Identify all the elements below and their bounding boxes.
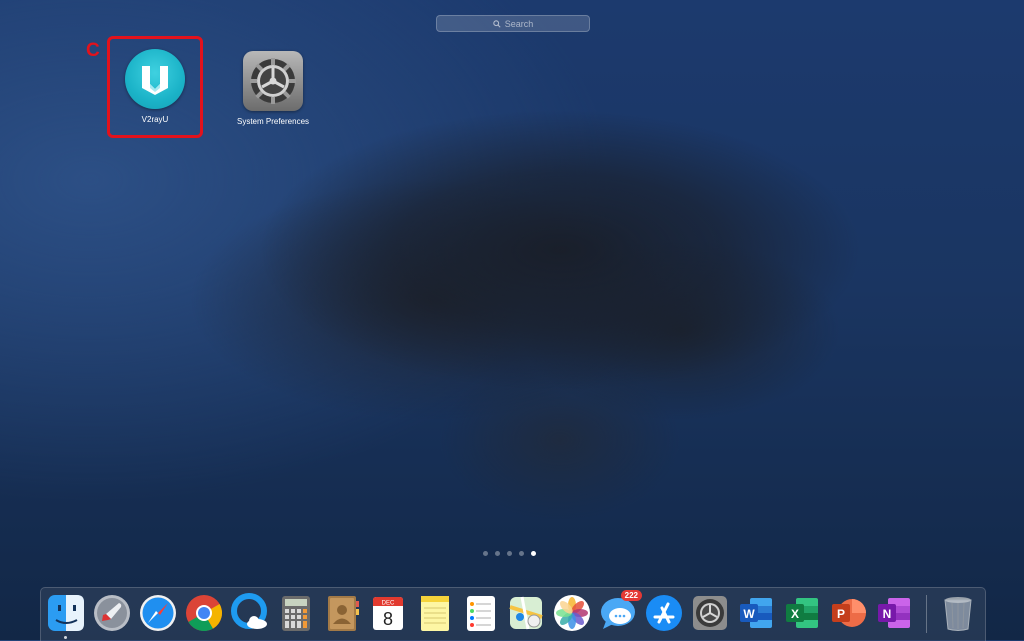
notification-badge: 222 [620, 590, 642, 601]
dock-item-calculator[interactable] [276, 593, 316, 633]
dock-item-trash[interactable] [938, 593, 978, 633]
dock-item-onenote[interactable]: N [874, 593, 914, 633]
dock-item-photos[interactable] [552, 593, 592, 633]
dock-item-system-preferences[interactable] [690, 593, 730, 633]
trash-icon [944, 597, 972, 631]
v2rayu-icon [125, 49, 185, 109]
dock-item-finder[interactable] [46, 593, 86, 633]
launchpad-search-field[interactable]: Search [436, 15, 590, 32]
annotation-letter: C [86, 40, 100, 61]
excel-letter: X [791, 607, 799, 621]
app-label: System Preferences [236, 117, 310, 126]
launchpad-icon [94, 595, 130, 631]
page-dot[interactable] [507, 551, 512, 556]
app-label: V2rayU [141, 115, 169, 124]
page-dot[interactable] [495, 551, 500, 556]
dock-item-contacts[interactable] [322, 593, 362, 633]
maps-icon [509, 596, 543, 630]
photos-icon [554, 595, 590, 631]
dock-separator [926, 595, 927, 633]
app-v2rayu[interactable]: V2rayU [110, 49, 200, 124]
excel-icon: X [786, 598, 818, 628]
dock-item-safari[interactable] [138, 593, 178, 633]
finder-icon [48, 595, 84, 631]
dock-item-powerpoint[interactable]: P [828, 593, 868, 633]
dock-item-messages[interactable]: 222 [598, 590, 642, 633]
powerpoint-letter: P [837, 607, 845, 621]
dock-item-launchpad[interactable] [92, 593, 132, 633]
system-preferences-gear-icon [243, 51, 303, 111]
dock-item-app-store[interactable] [644, 593, 684, 633]
app-store-icon [646, 595, 682, 631]
chrome-icon [186, 595, 223, 632]
search-icon [493, 19, 501, 28]
onenote-letter: N [883, 607, 892, 621]
page-indicator [483, 551, 536, 556]
word-letter: W [743, 607, 755, 621]
dock-item-word[interactable]: W [736, 593, 776, 633]
dock-item-excel[interactable]: X [782, 593, 822, 633]
dock-item-notes[interactable] [414, 593, 454, 633]
calendar-day: 8 [383, 609, 393, 629]
safari-icon [140, 595, 176, 631]
dock-item-calendar[interactable]: DEC 8 [368, 593, 408, 633]
reminders-icon [467, 596, 495, 631]
dock: DEC 8 222 W X P N [40, 587, 986, 641]
gear-icon [693, 596, 727, 630]
app-system-preferences[interactable]: System Preferences [228, 51, 318, 126]
dock-item-qq-browser[interactable] [230, 593, 270, 633]
dock-item-reminders[interactable] [460, 593, 500, 633]
onenote-icon: N [878, 598, 910, 628]
notes-icon [421, 596, 449, 631]
running-indicator [64, 636, 67, 639]
page-dot[interactable] [519, 551, 524, 556]
browser-cloud-icon [231, 593, 267, 629]
dock-item-maps[interactable] [506, 593, 546, 633]
calculator-icon [282, 596, 310, 631]
search-placeholder: Search [504, 18, 534, 29]
contacts-icon [328, 596, 359, 631]
dock-item-chrome[interactable] [184, 593, 224, 633]
page-dot-active[interactable] [531, 551, 536, 556]
calendar-icon: DEC 8 [373, 597, 403, 630]
word-icon: W [740, 598, 772, 628]
powerpoint-icon: P [832, 599, 866, 627]
calendar-month: DEC [382, 601, 395, 607]
page-dot[interactable] [483, 551, 488, 556]
